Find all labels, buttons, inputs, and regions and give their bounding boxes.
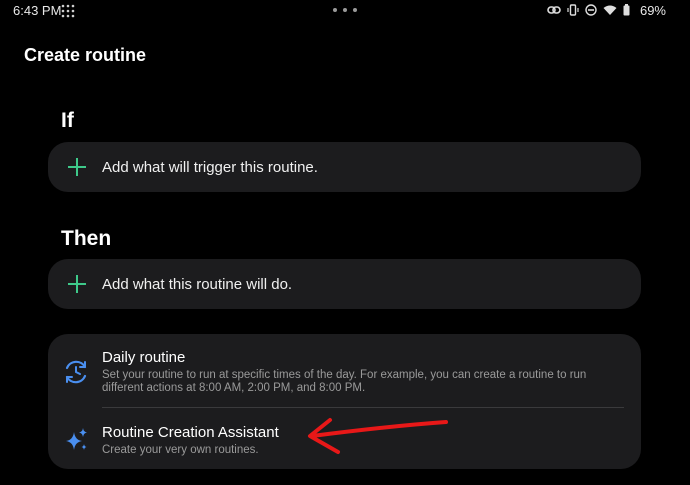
add-trigger-label: Add what will trigger this routine.	[102, 158, 318, 176]
do-not-disturb-icon	[585, 4, 597, 16]
plus-icon	[68, 158, 86, 176]
status-time: 6:43 PM	[13, 3, 62, 18]
add-trigger-button[interactable]: Add what will trigger this routine.	[48, 142, 641, 192]
link-icon	[547, 6, 561, 14]
more-dots-icon[interactable]	[332, 6, 358, 14]
daily-routine-option[interactable]: Daily routine Set your routine to run at…	[48, 334, 641, 406]
page-title: Create routine	[24, 45, 147, 65]
add-action-button[interactable]: Add what this routine will do.	[48, 259, 641, 309]
options-divider	[102, 407, 624, 408]
clock-cycle-icon	[65, 360, 87, 384]
status-bar: 6:43 PM 69%	[0, 0, 690, 22]
plus-icon	[68, 275, 86, 293]
annotation-arrow-icon	[308, 418, 448, 454]
daily-routine-title: Daily routine	[102, 349, 186, 366]
wifi-icon	[603, 5, 617, 15]
then-card: Add what this routine will do.	[48, 259, 641, 309]
sparkle-icon	[66, 428, 87, 450]
battery-percent: 69%	[639, 3, 666, 18]
assistant-title: Routine Creation Assistant	[102, 424, 279, 441]
vibrate-icon	[567, 4, 579, 16]
add-action-label: Add what this routine will do.	[102, 275, 293, 293]
if-label: If	[61, 109, 74, 132]
daily-routine-description: Set your routine to run at specific time…	[102, 369, 587, 394]
then-label: Then	[61, 227, 112, 250]
apps-grid-icon	[61, 4, 75, 18]
battery-icon	[623, 4, 630, 16]
if-card: Add what will trigger this routine.	[48, 142, 641, 192]
status-icons	[547, 4, 630, 16]
